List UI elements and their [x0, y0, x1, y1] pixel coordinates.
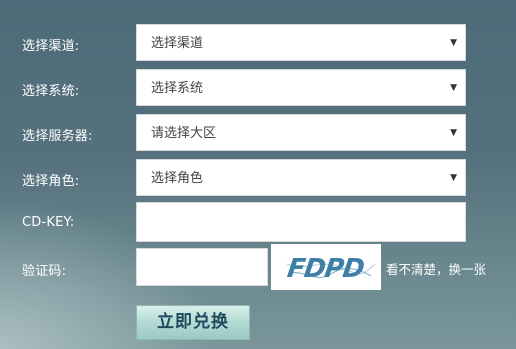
captcha-image[interactable]: FDPD — [271, 244, 381, 290]
role-select[interactable]: 选择角色 ▼ — [136, 159, 466, 196]
role-select-value: 选择角色 — [151, 171, 204, 186]
system-label: 选择系统: — [22, 84, 80, 99]
channel-select-value: 选择渠道 — [151, 36, 204, 51]
chevron-down-icon: ▼ — [450, 38, 457, 48]
role-label: 选择角色: — [22, 174, 80, 189]
channel-select[interactable]: 选择渠道 ▼ — [136, 24, 466, 61]
channel-label: 选择渠道: — [22, 39, 80, 54]
system-select[interactable]: 选择系统 ▼ — [136, 69, 466, 106]
captcha-label: 验证码: — [22, 264, 67, 279]
captcha-refresh-link[interactable]: 看不清楚，换一张 — [386, 259, 486, 278]
captcha-input[interactable] — [136, 248, 268, 286]
cdkey-input[interactable] — [136, 202, 466, 242]
cdkey-label: CD-KEY: — [22, 215, 75, 230]
server-select-value: 请选择大区 — [151, 126, 217, 141]
server-select[interactable]: 请选择大区 ▼ — [136, 114, 466, 151]
chevron-down-icon: ▼ — [450, 128, 457, 138]
chevron-down-icon: ▼ — [450, 83, 457, 93]
captcha-graphic: FDPD — [285, 254, 376, 284]
system-select-value: 选择系统 — [151, 81, 204, 96]
redeem-button[interactable]: 立即兑换 — [136, 305, 250, 340]
captcha-text: FDPD — [285, 254, 365, 284]
chevron-down-icon: ▼ — [450, 173, 457, 183]
server-label: 选择服务器: — [22, 129, 93, 144]
